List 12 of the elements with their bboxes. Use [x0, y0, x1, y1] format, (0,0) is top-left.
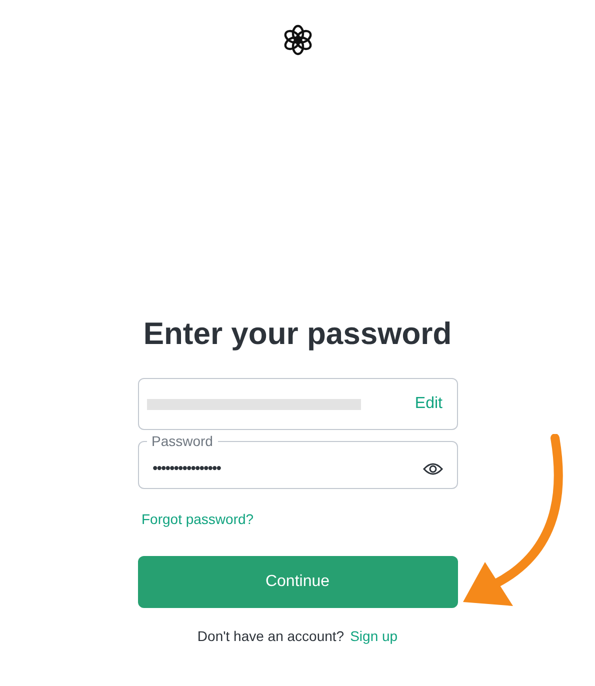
eye-icon[interactable] — [422, 462, 442, 476]
password-field[interactable]: Password •••••••••••••••• — [138, 433, 458, 490]
sign-up-link[interactable]: Sign up — [350, 628, 398, 644]
signup-prompt: Don't have an account? — [197, 628, 344, 644]
email-field[interactable]: Edit — [138, 378, 458, 430]
page-heading: Enter your password — [142, 315, 453, 353]
edit-link[interactable]: Edit — [414, 392, 442, 416]
forgot-password-link[interactable]: Forgot password? — [142, 509, 254, 530]
continue-button[interactable]: Continue — [138, 556, 458, 608]
password-label: Password — [150, 433, 214, 450]
logo-icon — [282, 24, 314, 56]
password-value: •••••••••••••••• — [152, 458, 222, 479]
